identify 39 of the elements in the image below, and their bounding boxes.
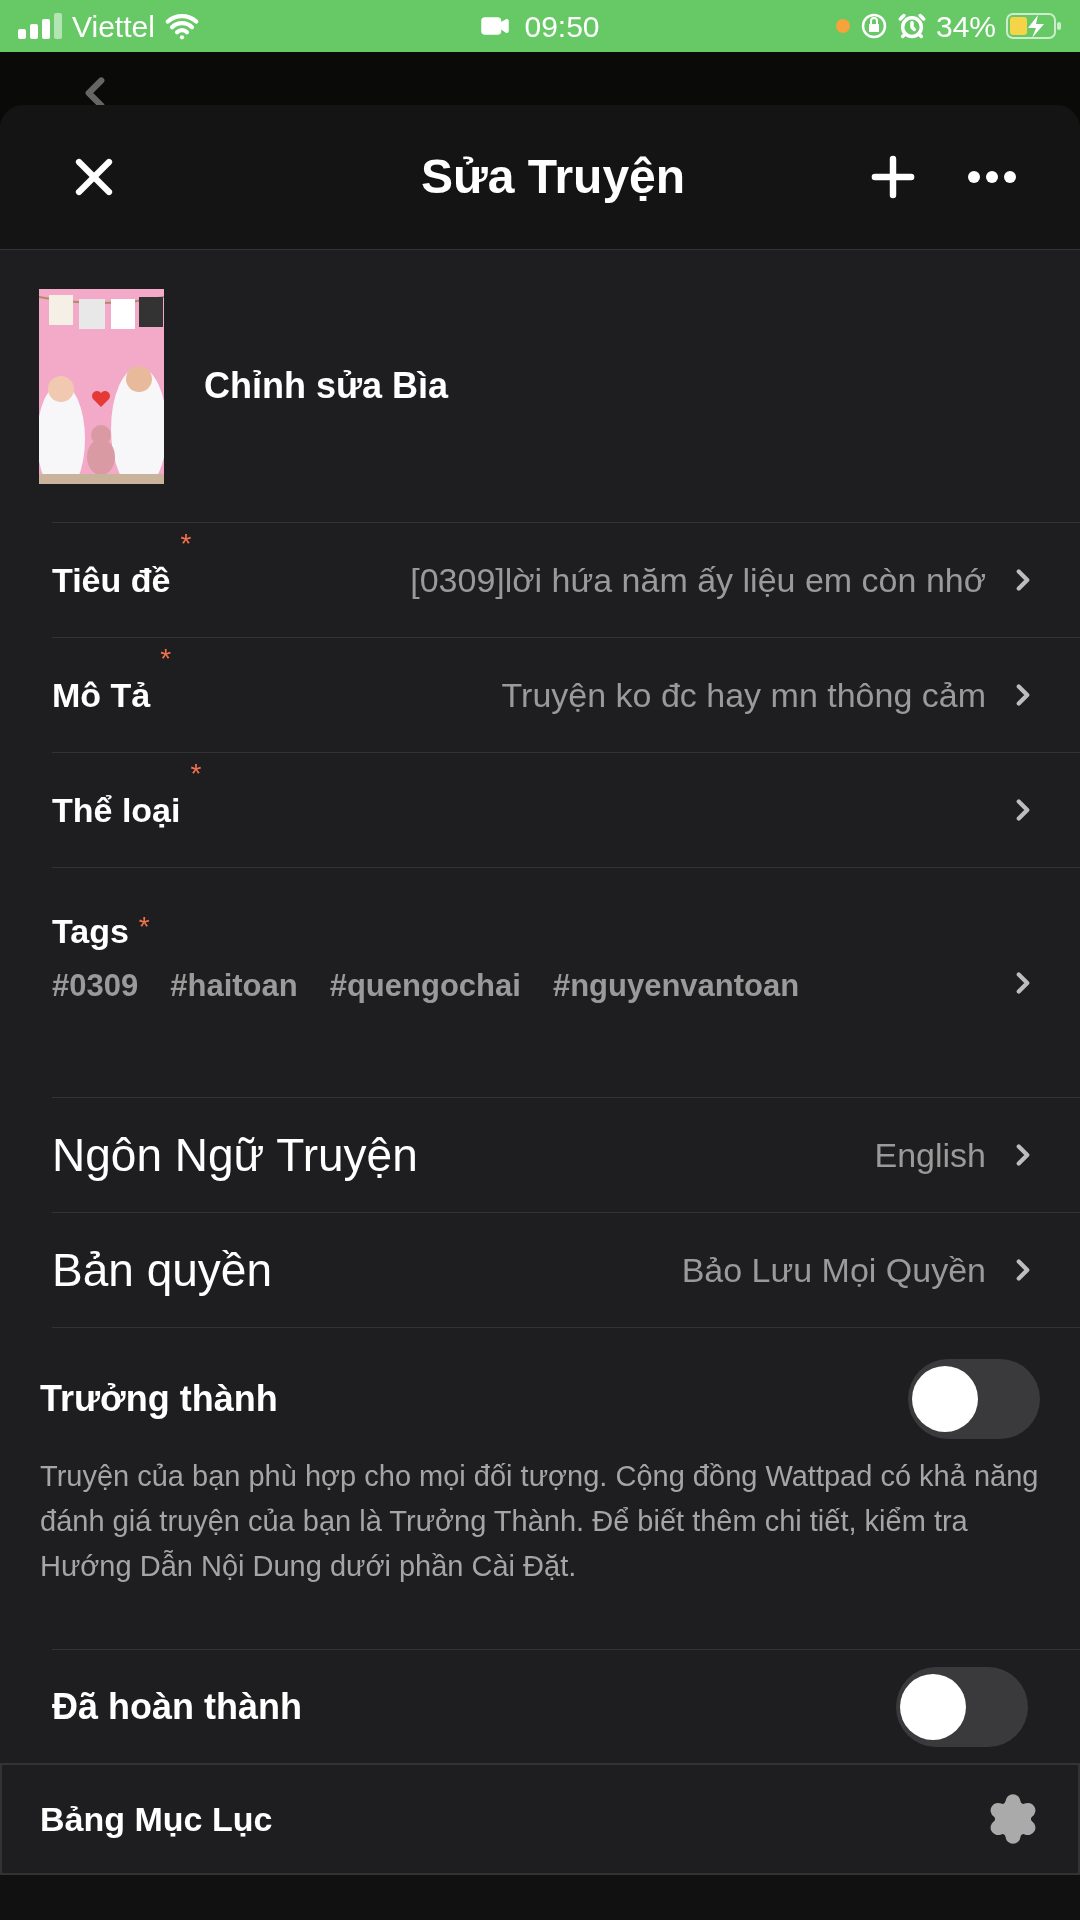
field-value: Bảo Lưu Mọi Quyền (680, 1249, 986, 1291)
field-value: [0309]lời hứa năm ấy liệu em còn nhớ (409, 559, 986, 601)
field-value: English (873, 1134, 986, 1176)
tag: #quengochai (329, 962, 521, 1010)
field-label: Thể loại (52, 789, 181, 831)
status-time: 09:50 (524, 8, 600, 45)
field-value: Truyện ko đc hay mn thông cảm (500, 674, 986, 716)
required-asterisk: * (138, 909, 150, 944)
form-row[interactable]: Tiêu đề * [0309]lời hứa năm ấy liệu em còn nhớ (52, 523, 1080, 638)
toggle-label: Đã hoàn thành (52, 1684, 302, 1729)
edit-cover-button[interactable]: Chỉnh sửa Bìa (0, 250, 1080, 522)
more-icon (968, 171, 1016, 183)
table-of-contents-bar[interactable]: Bảng Mục Lục (0, 1763, 1080, 1875)
battery-percent: 34% (935, 8, 996, 45)
tag: #0309 (52, 962, 139, 1010)
required-asterisk: * (190, 757, 202, 791)
mature-description: Truyện của bạn phù hợp cho mọi đối tượng. Cộng đồng Wattpad có khả năng đánh giá truyện của bạn là Trưởng Thành. Để biết thêm chi tiết, kiểm tra Hướng Dẫn Nội Dung dưới phần Cài Đặt. (40, 1459, 1040, 1584)
field-label: Mô Tả (52, 674, 151, 716)
form-row[interactable]: Thể loại * (52, 753, 1080, 868)
form-row[interactable]: Bản quyền Bảo Lưu Mọi Quyền (52, 1213, 1080, 1328)
toggle-label: Trưởng thành (40, 1377, 278, 1421)
form-row[interactable]: Mô Tả * Truyện ko đc hay mn thông cảm (52, 638, 1080, 753)
field-label: Ngôn Ngữ Truyện (52, 1127, 418, 1183)
signal-icon (18, 13, 62, 39)
form-row[interactable]: Ngôn Ngữ Truyện English (52, 1098, 1080, 1213)
field-label: Tiêu đề (52, 559, 171, 601)
required-asterisk: * (160, 642, 172, 676)
header-title: Sửa Truyện (419, 149, 687, 205)
lock-rotation-icon (859, 12, 888, 40)
form-row[interactable]: Tags * #0309 #haitoan #quengochai #nguyenvantoan (52, 868, 1080, 1098)
battery-icon (1006, 12, 1062, 40)
alarm-icon (897, 12, 926, 40)
carrier-name: Viettel (72, 8, 155, 45)
tag: #nguyenvantoan (552, 962, 800, 1010)
field-label: Bản quyền (52, 1242, 272, 1298)
more-button[interactable] (968, 171, 1016, 183)
tag: #haitoan (170, 962, 298, 1010)
field-label: Tags (52, 910, 129, 952)
required-asterisk: * (180, 527, 192, 561)
